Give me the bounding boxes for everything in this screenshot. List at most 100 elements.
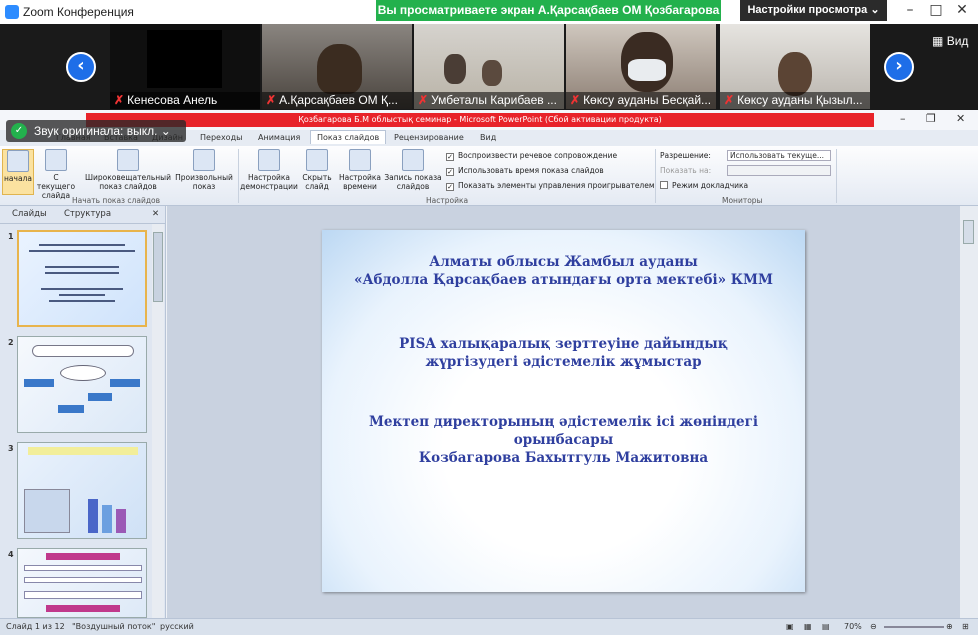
participant-tile[interactable]: ✗ Кенесова Анель — [110, 24, 260, 109]
ribbon-separator — [238, 149, 239, 203]
participant-name: ✗ Умбеталы Карибаев ... — [414, 92, 564, 109]
tab-outline[interactable]: Структура — [64, 209, 111, 219]
zoom-in-icon[interactable]: ⊕ — [946, 622, 953, 631]
thumb-text-line — [39, 244, 125, 246]
slides-panel: Слайды Структура ✕ 1 2 3 4 — [0, 206, 166, 618]
checkbox-checked-icon: ✓ — [446, 153, 454, 161]
slide-thumbnail[interactable] — [17, 230, 147, 327]
from-current-button[interactable]: С текущего слайда — [36, 149, 76, 200]
rehearse-timings-button[interactable]: Настройка времени — [338, 149, 382, 191]
scrollbar-thumb[interactable] — [153, 232, 163, 302]
thumb-text-line — [45, 272, 119, 274]
video-feed — [147, 30, 222, 88]
resolution-select[interactable]: Использовать текуще... — [727, 150, 831, 161]
narration-label: Воспроизвести речевое сопровождение — [458, 151, 618, 160]
participant-name-text: Көксу ауданы Қызыл... — [737, 93, 863, 107]
thumb-shape — [28, 447, 138, 455]
participant-tile[interactable]: ✗ Умбеталы Карибаев ... — [414, 24, 564, 109]
custom-show-icon — [193, 149, 215, 171]
ppt-minimize-button[interactable]: – — [900, 112, 906, 125]
participant-name-text: А.Қарсақбаев ОМ Қ... — [279, 93, 398, 107]
thumb-shape — [116, 509, 126, 533]
presenter-view-checkbox[interactable]: Режим докладчика — [660, 181, 748, 190]
zoom-out-icon[interactable]: ⊖ — [870, 622, 877, 631]
participant-tile[interactable]: ✗ Көксу ауданы Бесқай... — [566, 24, 716, 109]
mic-muted-icon: ✗ — [114, 93, 125, 107]
participant-tile[interactable]: ✗ Көксу ауданы Қызыл... — [720, 24, 870, 109]
current-slide[interactable]: Алматы облысы Жамбыл ауданы «Абдолла Қар… — [322, 230, 805, 592]
slide-thumbnail[interactable] — [17, 336, 147, 433]
powerpoint-window: Қозбагарова Б.М облыстық семинар - Micro… — [0, 110, 978, 635]
record-show-button[interactable]: Запись показа слайдов — [384, 149, 442, 191]
view-button[interactable]: ▦ Вид — [932, 34, 968, 48]
scrollbar-thumb[interactable] — [963, 220, 974, 244]
tab-view[interactable]: Вид — [474, 131, 502, 144]
hide-slide-button[interactable]: Скрыть слайд — [300, 149, 334, 191]
slide-sorter-icon[interactable]: ▦ — [804, 622, 812, 631]
thumb-shape — [24, 489, 70, 533]
panel-tabs: Слайды Структура ✕ — [0, 206, 165, 224]
from-beginning-button[interactable]: начала — [2, 149, 34, 195]
show-on-select[interactable] — [727, 165, 831, 176]
video-feed — [778, 52, 812, 96]
narration-checkbox[interactable]: ✓ Воспроизвести речевое сопровождение — [446, 151, 617, 161]
media-controls-checkbox[interactable]: ✓ Показать элементы управления проигрыват… — [446, 181, 655, 191]
tab-transitions[interactable]: Переходы — [194, 131, 248, 144]
panel-scrollbar[interactable] — [152, 224, 164, 618]
from-current-label: С текущего слайда — [36, 173, 76, 200]
checkbox-checked-icon: ✓ — [446, 183, 454, 191]
setup-show-button[interactable]: Настройка демонстрации — [240, 149, 298, 191]
fit-slide-icon[interactable]: ⊞ — [962, 622, 969, 631]
ppt-restore-button[interactable]: ❐ — [926, 112, 936, 125]
close-panel-icon[interactable]: ✕ — [152, 209, 159, 219]
video-feed — [482, 60, 502, 86]
ppt-close-button[interactable]: ✕ — [956, 112, 965, 125]
thumb-shape — [24, 591, 142, 599]
broadcast-button[interactable]: Широковещательный показ слайдов — [84, 149, 172, 191]
use-timings-checkbox[interactable]: ✓ Использовать время показа слайдов — [446, 166, 604, 176]
thumb-shape — [110, 379, 140, 387]
view-settings-button[interactable]: Настройки просмотра ⌄ — [740, 0, 887, 21]
presenter-view-label: Режим докладчика — [672, 181, 749, 190]
resolution-label: Разрешение: — [660, 151, 711, 160]
thumb-shape — [60, 365, 106, 381]
hide-slide-icon — [306, 149, 328, 171]
ribbon: начала С текущего слайда Широковещательн… — [0, 146, 978, 206]
reading-view-icon[interactable]: ▤ — [822, 622, 830, 631]
close-button[interactable]: ✕ — [952, 2, 972, 18]
slide-number-4: 4 — [8, 550, 14, 559]
thumb-text-line — [49, 300, 115, 302]
maximize-button[interactable]: □ — [926, 2, 946, 18]
next-page-button[interactable]: › — [884, 52, 914, 82]
participant-name: ✗ Кенесова Анель — [110, 92, 260, 109]
original-sound-indicator[interactable]: ✓ Звук оригинала: выкл. ⌄ — [6, 120, 186, 142]
zoom-slider[interactable] — [884, 626, 944, 628]
participant-tile[interactable]: ✗ А.Қарсақбаев ОМ Қ... — [262, 24, 412, 109]
minimize-button[interactable]: – — [900, 2, 920, 18]
mic-muted-icon: ✗ — [418, 93, 429, 107]
thumb-shape — [88, 393, 112, 401]
record-icon — [402, 149, 424, 171]
tab-animation[interactable]: Анимация — [252, 131, 306, 144]
broadcast-label: Широковещательный показ слайдов — [85, 173, 171, 191]
normal-view-icon[interactable]: ▣ — [786, 622, 794, 631]
group-label-setup: Настройка — [426, 196, 469, 205]
tab-slideshow[interactable]: Показ слайдов — [310, 130, 387, 144]
grid-icon: ▦ — [932, 34, 944, 48]
slide-thumbnail[interactable] — [17, 442, 147, 539]
previous-page-button[interactable]: ‹ — [66, 52, 96, 82]
custom-show-button[interactable]: Произвольный показ — [174, 149, 234, 191]
setup-show-label: Настройка демонстрации — [240, 173, 298, 191]
view-label: Вид — [946, 34, 969, 48]
tab-slides[interactable]: Слайды — [12, 209, 47, 219]
participant-name-text: Умбеталы Карибаев ... — [431, 93, 557, 107]
slide-number-1: 1 — [8, 232, 14, 241]
thumb-shape — [24, 577, 142, 583]
chevron-down-icon: ⌄ — [160, 124, 171, 138]
tab-review[interactable]: Рецензирование — [388, 131, 470, 144]
thumb-shape — [102, 505, 112, 533]
participant-name: ✗ А.Қарсақбаев ОМ Қ... — [262, 92, 412, 109]
slide-thumbnail[interactable] — [17, 548, 147, 618]
share-banner: Вы просматриваете экран А.Қарсақбаев ОМ … — [376, 0, 721, 21]
slide-scrollbar[interactable] — [960, 206, 978, 618]
